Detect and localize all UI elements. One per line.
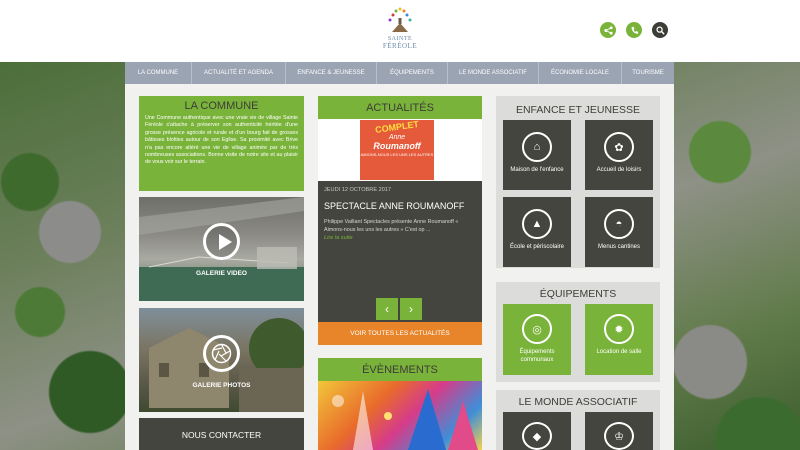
news-next-button[interactable]: › (400, 298, 422, 320)
news-image[interactable]: COMPLET Anne Roumanoff AIMONS-NOUS LES U… (318, 119, 482, 181)
school-icon: ▲ (522, 209, 552, 239)
site-logo[interactable]: SAINTE FÉRÉOLE (378, 6, 422, 56)
video-gallery-label: GALERIE VIDEO (196, 270, 247, 277)
news-body: JEUDI 12 OCTOBRE 2017 SPECTACLE ANNE ROU… (318, 181, 482, 322)
tile-ecole-label: École et périscolaire (509, 244, 565, 250)
main-content: LA COMMUNE Une Commune authentique avec … (125, 84, 674, 450)
childhood-title: ENFANCE ET JEUNESSE (515, 104, 641, 116)
site-header: SAINTE FÉRÉOLE (0, 0, 800, 62)
photo-gallery-card[interactable]: GALERIE PHOTOS (139, 308, 304, 412)
news-date: JEUDI 12 OCTOBRE 2017 (324, 187, 392, 193)
photo-gallery-label: GALERIE PHOTOS (192, 382, 251, 389)
commune-text: Une Commune authentique avec une vraie v… (145, 115, 298, 166)
nav-item-actualite[interactable]: Actualité et agenda (192, 62, 286, 84)
tile-location-salle[interactable]: ✹ Location de salle (585, 304, 653, 375)
events-image[interactable] (318, 381, 482, 450)
contact-title: NOUS CONTACTER (181, 430, 262, 440)
tile-association-2[interactable]: ♔ (585, 412, 653, 450)
commune-title: LA COMMUNE (184, 100, 259, 112)
tile-maison-enfance[interactable]: ⌂ Maison de l'enfance (503, 120, 571, 190)
trophy-icon: ♔ (604, 422, 634, 450)
search-icon[interactable] (652, 22, 668, 38)
play-icon[interactable] (203, 223, 240, 260)
logo-text-fereole: FÉRÉOLE (382, 42, 418, 50)
equipment-panel: ÉQUIPEMENTS ◎ Équipements communaux ✹ Lo… (496, 282, 660, 382)
poster-tagline: AIMONS-NOUS LES UNS LES AUTRES (360, 152, 434, 157)
news-headline[interactable]: SPECTACLE ANNE ROUMANOFF (324, 201, 476, 211)
tile-menus-cantines[interactable]: ◓ Menus cantines (585, 197, 653, 267)
events-title: ÉVÈNEMENTS (362, 363, 438, 376)
camera-aperture-icon[interactable] (203, 335, 240, 372)
contact-card[interactable]: NOUS CONTACTER (139, 418, 304, 450)
news-title: ACTUALITÉS (366, 101, 434, 114)
logo-sun-icon (382, 6, 418, 34)
news-prev-button[interactable]: ‹ (376, 298, 398, 320)
cloche-icon: ◓ (604, 209, 634, 239)
news-header: ACTUALITÉS (318, 96, 482, 119)
events-header: ÉVÈNEMENTS (318, 358, 482, 381)
tile-accueil-loisirs[interactable]: ✿ Accueil de loisirs (585, 120, 653, 190)
nav-item-tourisme[interactable]: Tourisme (622, 62, 674, 84)
nav-item-enfance[interactable]: Enfance & jeunesse (286, 62, 377, 84)
tile-equipements-communaux-label: Équipements communaux (519, 349, 555, 363)
hat-icon: ◎ (522, 314, 552, 344)
news-read-more-link[interactable]: Lire la suite (324, 235, 476, 241)
nav-item-associatif[interactable]: Le monde associatif (448, 62, 539, 84)
leisure-icon: ✿ (604, 132, 634, 162)
tile-menus-cantines-label: Menus cantines (597, 244, 641, 250)
nav-item-equipements[interactable]: Équipements (377, 62, 448, 84)
share-icon[interactable] (600, 22, 616, 38)
childhood-panel: ENFANCE ET JEUNESSE ⌂ Maison de l'enfanc… (496, 96, 660, 268)
equipment-title: ÉQUIPEMENTS (539, 288, 617, 300)
news-poster: COMPLET Anne Roumanoff AIMONS-NOUS LES U… (360, 119, 434, 180)
commune-card[interactable]: LA COMMUNE Une Commune authentique avec … (139, 96, 304, 191)
nav-item-economie[interactable]: Économie locale (539, 62, 622, 84)
associations-panel: LE MONDE ASSOCIATIF ◆ ♔ (496, 390, 660, 450)
all-news-button[interactable]: VOIR TOUTES LES ACTUALITÉS (318, 322, 482, 345)
nav-item-la-commune[interactable]: La Commune (125, 62, 192, 84)
video-gallery-card[interactable]: GALERIE VIDEO (139, 197, 304, 301)
poster-name-last: Roumanoff (373, 141, 421, 151)
tile-association-1[interactable]: ◆ (503, 412, 571, 450)
tile-ecole[interactable]: ▲ École et périscolaire (503, 197, 571, 267)
tile-equipements-communaux[interactable]: ◎ Équipements communaux (503, 304, 571, 375)
phone-icon[interactable] (626, 22, 642, 38)
main-nav: La Commune Actualité et agenda Enfance &… (125, 62, 674, 84)
associations-title: LE MONDE ASSOCIATIF (518, 396, 638, 408)
tile-accueil-loisirs-label: Accueil de loisirs (596, 167, 642, 173)
house-icon: ⌂ (522, 132, 552, 162)
gear-icon: ✹ (604, 314, 634, 344)
party-decoration-image (332, 389, 478, 450)
tile-maison-enfance-label: Maison de l'enfance (510, 167, 564, 173)
tile-location-salle-label: Location de salle (596, 349, 642, 355)
news-excerpt: Philippe Vaillant Spectacles présente An… (324, 219, 459, 233)
diamond-icon: ◆ (522, 422, 552, 450)
